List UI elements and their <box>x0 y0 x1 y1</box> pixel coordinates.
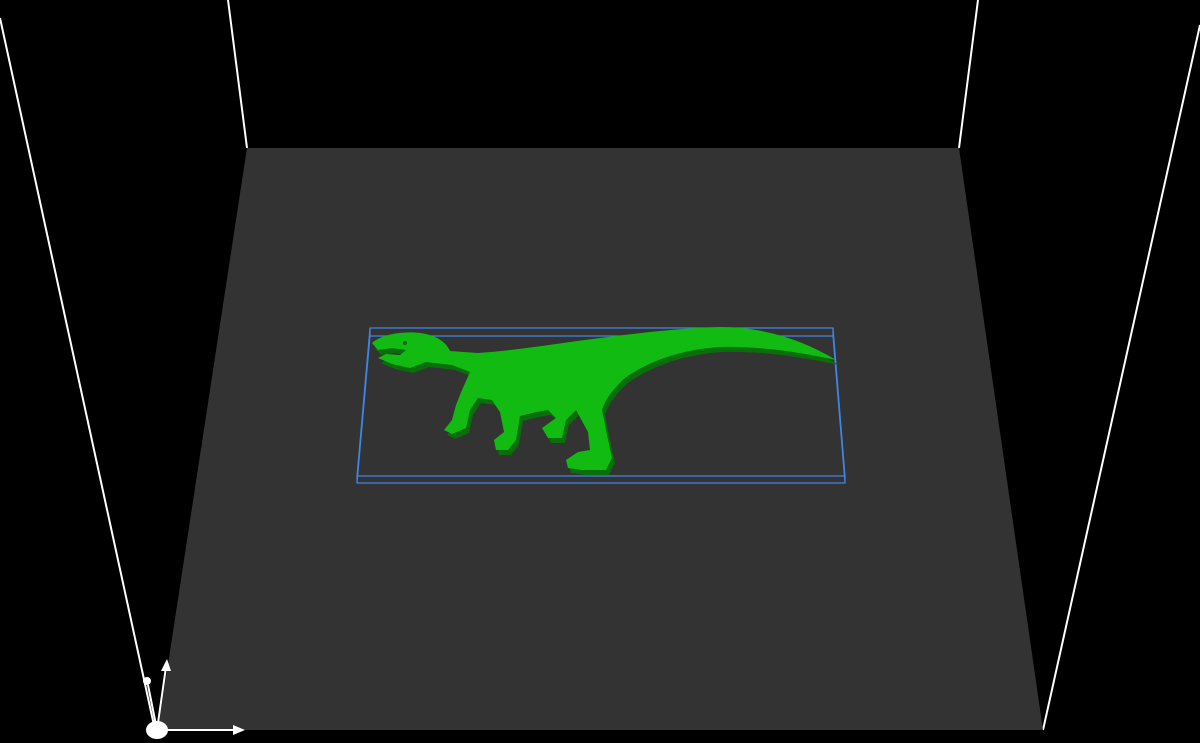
frame-edge-back-left <box>227 0 248 149</box>
frame-edge-back-right <box>958 0 979 149</box>
scene-canvas[interactable] <box>0 0 1200 743</box>
frame-edge-front-right <box>1042 24 1200 731</box>
frame-edge-front-left <box>0 17 156 731</box>
3d-viewport[interactable] <box>0 0 1200 743</box>
